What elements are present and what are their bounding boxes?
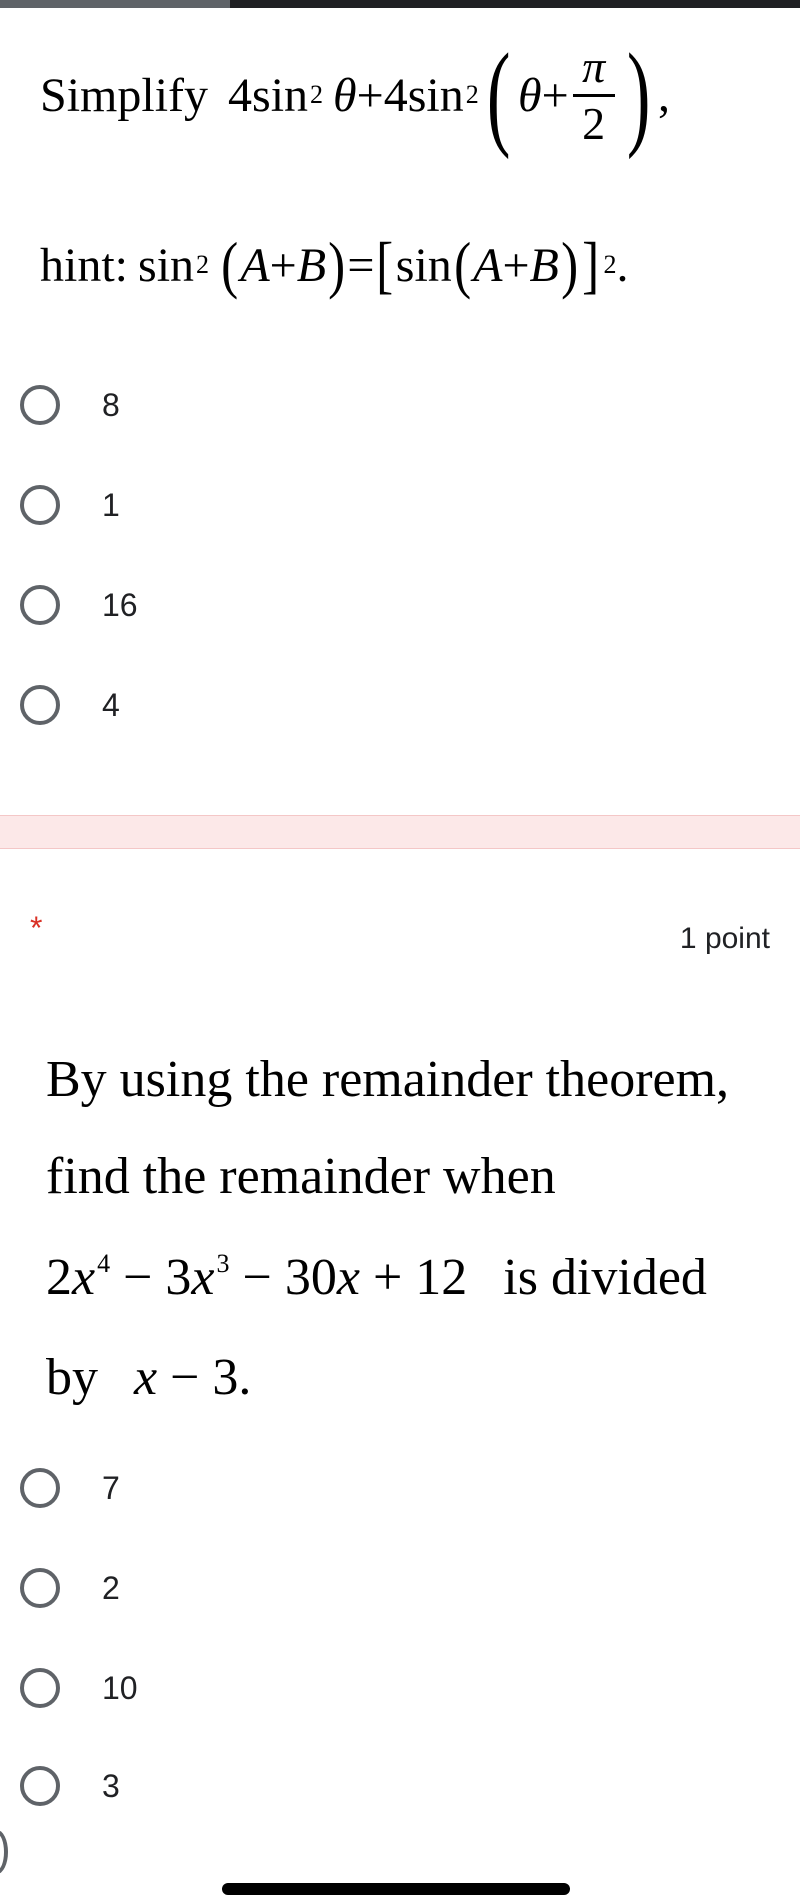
sin-fn: sin xyxy=(395,238,452,292)
var-x: x xyxy=(72,1249,96,1306)
var-x: x xyxy=(191,1249,215,1306)
option-label: 10 xyxy=(102,1669,138,1706)
exponent: 2 xyxy=(603,250,617,279)
radio-button[interactable] xyxy=(20,685,60,725)
constant: 3 xyxy=(212,1349,239,1406)
question-2-divisor-line: by x − 3. xyxy=(46,1348,251,1407)
pi-over-two-fraction: π 2 xyxy=(572,40,615,151)
home-indicator[interactable] xyxy=(222,1883,570,1895)
var-a: A xyxy=(240,238,270,292)
coef-2: 4 xyxy=(383,68,408,122)
minus-sign: − xyxy=(170,1349,200,1406)
q1-option-1[interactable]: 8 xyxy=(20,379,120,431)
radio-button[interactable] xyxy=(20,1668,60,1708)
q1-option-3[interactable]: 16 xyxy=(20,579,138,631)
period: . xyxy=(238,1349,252,1406)
option-label: 1 xyxy=(102,486,120,523)
option-label: 2 xyxy=(102,1569,120,1606)
var-b: B xyxy=(529,238,559,292)
prompt-word: Simplify xyxy=(40,68,209,122)
left-paren: ( xyxy=(486,29,511,160)
radio-button[interactable] xyxy=(20,485,60,525)
minus-sign: − xyxy=(242,1249,272,1306)
option-label: 3 xyxy=(102,1767,120,1804)
line-tail: is divided xyxy=(503,1249,707,1306)
sin-fn: sin xyxy=(138,238,195,292)
radio-button[interactable] xyxy=(20,585,60,625)
option-label: 8 xyxy=(102,386,120,423)
coef: 30 xyxy=(284,1249,337,1306)
var-x: x xyxy=(134,1349,158,1406)
left-bracket: [ xyxy=(376,229,394,300)
q1-option-4[interactable]: 4 xyxy=(20,679,120,731)
period: . xyxy=(616,238,629,292)
var-b: B xyxy=(296,238,327,292)
required-mark: * xyxy=(30,910,43,946)
question-1-hint: hint: sin 2 ( A + B ) = [ sin ( A + B ) ]… xyxy=(40,220,628,310)
exponent: 2 xyxy=(196,250,210,279)
question-2-line-1: By using the remainder theorem, xyxy=(46,1051,730,1108)
theta: θ xyxy=(518,68,542,122)
question-1-prompt: Simplify 4 sin 2 θ + 4 sin 2 ( θ + π 2 ) , xyxy=(40,20,670,170)
minus-sign: − xyxy=(123,1249,153,1306)
coef: 2 xyxy=(46,1249,72,1306)
coef-1: 4 xyxy=(228,68,253,122)
plus-sign: + xyxy=(269,238,297,292)
q2-option-1[interactable]: 7 xyxy=(20,1462,120,1514)
option-label: 16 xyxy=(102,586,138,623)
exponent: 2 xyxy=(465,80,479,109)
plus-sign: + xyxy=(356,68,384,122)
option-label: 7 xyxy=(102,1469,120,1506)
right-paren: ) xyxy=(328,229,346,300)
q1-option-2[interactable]: 1 xyxy=(20,479,120,531)
edge-handle-icon xyxy=(0,1830,8,1874)
top-progress-bar xyxy=(0,0,800,8)
var-x: x xyxy=(336,1249,360,1306)
radio-button[interactable] xyxy=(20,385,60,425)
sin-fn: sin xyxy=(407,68,464,122)
hint-label: hint: xyxy=(40,238,129,292)
question-2-polynomial: 2x4 − 3x3 − 30x + 12 is divided xyxy=(46,1248,707,1307)
radio-button[interactable] xyxy=(20,1766,60,1806)
exponent: 4 xyxy=(97,1249,111,1278)
left-paren: ( xyxy=(221,229,239,300)
points-label: 1 point xyxy=(679,922,770,955)
comma: , xyxy=(657,68,670,122)
right-paren: ) xyxy=(626,29,651,160)
left-paren: ( xyxy=(453,229,471,300)
theta: θ xyxy=(333,68,357,122)
q2-option-2[interactable]: 2 xyxy=(20,1562,120,1614)
exponent: 2 xyxy=(310,80,324,109)
constant: 12 xyxy=(415,1249,468,1306)
right-paren: ) xyxy=(560,229,579,300)
plus-sign: + xyxy=(502,238,530,292)
fraction-denominator: 2 xyxy=(582,97,606,149)
option-label: 4 xyxy=(102,686,120,723)
exponent: 3 xyxy=(216,1249,230,1278)
q2-option-4[interactable]: 3 xyxy=(20,1760,120,1812)
plus-sign: + xyxy=(541,68,569,122)
radio-button[interactable] xyxy=(20,1568,60,1608)
right-bracket: ] xyxy=(582,229,600,300)
question-2-line-2: find the remainder when xyxy=(46,1148,556,1205)
by-word: by xyxy=(46,1349,98,1406)
plus-sign: + xyxy=(372,1249,403,1306)
radio-button[interactable] xyxy=(20,1468,60,1508)
question-divider xyxy=(0,815,800,849)
coef: 3 xyxy=(165,1249,192,1306)
sin-fn: sin xyxy=(252,68,309,122)
top-progress-segment xyxy=(0,0,230,8)
equals-sign: = xyxy=(347,238,375,292)
fraction-numerator: π xyxy=(582,40,606,92)
q2-option-3[interactable]: 10 xyxy=(20,1662,138,1714)
var-a: A xyxy=(473,238,503,292)
